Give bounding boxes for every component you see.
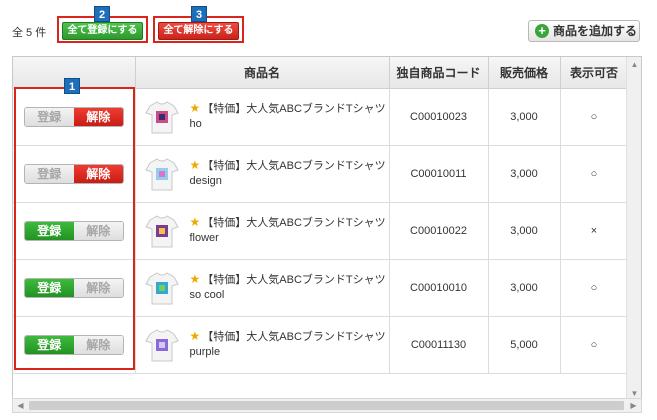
star-icon: ★ <box>189 101 201 115</box>
header-visible: 表示可否 <box>560 57 629 89</box>
release-all-button[interactable]: 全て解除にする <box>158 22 239 40</box>
product-price: 5,000 <box>488 316 561 374</box>
table-header-row: 商品名 独自商品コード 販売価格 表示可否 <box>13 57 629 89</box>
product-price: 3,000 <box>488 202 561 260</box>
product-name-text: 【特価】大人気ABCブランドTシャツflower <box>189 217 386 244</box>
scroll-up-arrow-icon[interactable]: ▲ <box>627 57 641 72</box>
product-name[interactable]: ★ 【特価】大人気ABCブランドTシャツflower <box>190 215 389 246</box>
add-product-label: 商品を追加する <box>553 24 638 38</box>
product-visibility: ○ <box>560 259 629 317</box>
star-icon: ★ <box>189 272 201 286</box>
header-name: 商品名 <box>135 57 390 89</box>
product-price: 3,000 <box>488 259 561 317</box>
item-count: 全 5 件 <box>12 27 47 39</box>
product-name[interactable]: ★ 【特価】大人気ABCブランドTシャツho <box>190 101 389 132</box>
horizontal-scroll-thumb[interactable] <box>29 401 624 410</box>
tshirt-thumbnail[interactable] <box>142 325 182 365</box>
tshirt-thumbnail[interactable] <box>142 211 182 251</box>
product-name-text: 【特価】大人気ABCブランドTシャツho <box>189 103 386 130</box>
product-name-cell: ★ 【特価】大人気ABCブランドTシャツdesign <box>135 145 390 203</box>
highlight-box-1 <box>14 87 135 370</box>
product-name-cell: ★ 【特価】大人気ABCブランドTシャツflower <box>135 202 390 260</box>
product-visibility: ○ <box>560 316 629 374</box>
product-name-cell: ★ 【特価】大人気ABCブランドTシャツso cool <box>135 259 390 317</box>
product-code: C00011130 <box>389 316 489 374</box>
product-name[interactable]: ★ 【特価】大人気ABCブランドTシャツdesign <box>190 158 389 189</box>
header-code: 独自商品コード <box>389 57 489 89</box>
vertical-scrollbar[interactable]: ▲ ▼ <box>626 57 641 401</box>
tshirt-thumbnail[interactable] <box>142 97 182 137</box>
scroll-left-arrow-icon[interactable]: ◀ <box>13 399 28 412</box>
product-name-cell: ★ 【特価】大人気ABCブランドTシャツpurple <box>135 316 390 374</box>
annotation-badge-3: 3 <box>191 6 207 22</box>
product-name-text: 【特価】大人気ABCブランドTシャツdesign <box>189 160 386 187</box>
star-icon: ★ <box>189 158 201 172</box>
scroll-right-arrow-icon[interactable]: ▶ <box>626 399 641 412</box>
annotation-badge-2: 2 <box>94 6 110 22</box>
star-icon: ★ <box>189 329 201 343</box>
product-visibility: ○ <box>560 88 629 146</box>
product-visibility: ○ <box>560 145 629 203</box>
product-name-text: 【特価】大人気ABCブランドTシャツso cool <box>189 274 386 301</box>
product-price: 3,000 <box>488 145 561 203</box>
annotation-badge-1: 1 <box>64 78 80 94</box>
tshirt-thumbnail[interactable] <box>142 268 182 308</box>
product-name[interactable]: ★ 【特価】大人気ABCブランドTシャツso cool <box>190 272 389 303</box>
product-code: C00010010 <box>389 259 489 317</box>
star-icon: ★ <box>189 215 201 229</box>
product-name-text: 【特価】大人気ABCブランドTシャツpurple <box>189 331 386 358</box>
plus-circle-icon: + <box>535 24 549 38</box>
product-name-cell: ★ 【特価】大人気ABCブランドTシャツho <box>135 88 390 146</box>
product-name[interactable]: ★ 【特価】大人気ABCブランドTシャツpurple <box>190 329 389 360</box>
register-all-button[interactable]: 全て登録にする <box>62 22 143 40</box>
tshirt-thumbnail[interactable] <box>142 154 182 194</box>
product-code: C00010023 <box>389 88 489 146</box>
horizontal-scrollbar[interactable]: ◀ ▶ <box>12 398 642 413</box>
product-code: C00010011 <box>389 145 489 203</box>
product-code: C00010022 <box>389 202 489 260</box>
add-product-button[interactable]: + 商品を追加する <box>528 20 640 42</box>
product-visibility: × <box>560 202 629 260</box>
product-price: 3,000 <box>488 88 561 146</box>
header-price: 販売価格 <box>488 57 561 89</box>
